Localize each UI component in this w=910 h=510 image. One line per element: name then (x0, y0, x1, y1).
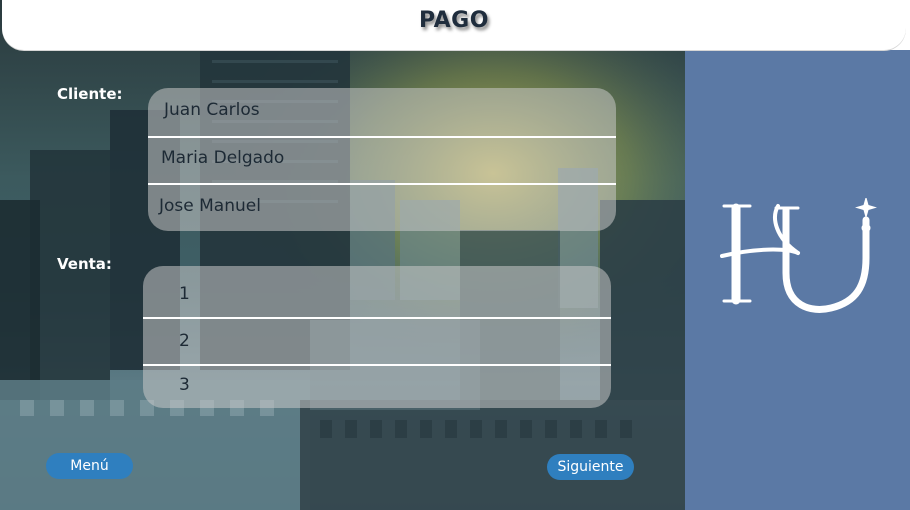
client-item-label: Juan Carlos (164, 100, 260, 120)
client-label: Cliente: (57, 85, 123, 103)
header-bar: PAGO (2, 0, 906, 50)
page-title: PAGO (419, 8, 489, 33)
sale-item-label: 2 (179, 331, 190, 351)
client-item[interactable]: Jose Manuel (148, 184, 616, 230)
client-item-label: Jose Manuel (159, 196, 261, 216)
sale-item-label: 1 (179, 284, 190, 304)
sale-label: Venta: (57, 255, 112, 273)
sale-item-label: 3 (179, 375, 190, 395)
menu-button[interactable]: Menú (46, 453, 133, 479)
sale-list: 1 2 3 (143, 266, 611, 408)
next-button[interactable]: Siguiente (547, 454, 634, 480)
client-item[interactable]: Juan Carlos (148, 88, 616, 134)
sale-item[interactable]: 2 (143, 319, 611, 365)
client-item[interactable]: Maria Delgado (148, 136, 616, 182)
hu-logo (716, 196, 886, 327)
client-item-label: Maria Delgado (161, 148, 285, 168)
sale-item[interactable]: 1 (143, 272, 611, 318)
sale-item[interactable]: 3 (143, 363, 611, 409)
client-list: Juan Carlos Maria Delgado Jose Manuel (148, 88, 616, 231)
